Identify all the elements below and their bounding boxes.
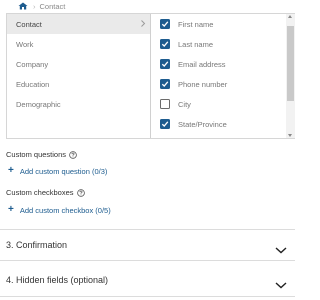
help-circle-icon[interactable]	[76, 188, 85, 197]
category-list: Contact Work Company Education Demograph…	[7, 14, 150, 138]
custom-checkboxes-label: Custom checkboxes	[6, 188, 74, 197]
field-label: State/Province	[178, 119, 227, 129]
checkbox-unchecked[interactable]	[160, 99, 170, 109]
section-title: 4. Hidden fields (optional)	[6, 275, 109, 285]
add-custom-checkbox-button[interactable]: + Add custom checkbox (0/5)	[8, 205, 111, 215]
field-list: First name Last name Email address Phone…	[151, 14, 287, 138]
field-label: Email address	[178, 59, 226, 69]
field-last-name[interactable]: Last name	[151, 34, 287, 54]
category-education[interactable]: Education	[7, 74, 150, 94]
custom-questions-heading: Custom questions	[6, 150, 77, 159]
add-custom-question-button[interactable]: + Add custom question (0/3)	[8, 166, 107, 176]
field-label: First name	[178, 19, 214, 29]
category-company[interactable]: Company	[7, 54, 150, 74]
field-list-scrollbar[interactable]	[286, 14, 295, 138]
checkbox-checked[interactable]	[160, 19, 170, 29]
category-label: Demographic	[16, 99, 61, 109]
breadcrumb-current: Contact	[39, 1, 66, 11]
category-label: Company	[16, 59, 49, 69]
category-demographic[interactable]: Demographic	[7, 94, 150, 114]
category-work[interactable]: Work	[7, 34, 150, 54]
section-divider	[0, 229, 295, 230]
section-divider	[0, 296, 295, 297]
field-phone-number[interactable]: Phone number	[151, 74, 287, 94]
field-label: Last name	[178, 39, 214, 49]
field-email-address[interactable]: Email address	[151, 54, 287, 74]
plus-icon: +	[8, 204, 14, 215]
add-custom-checkbox-label: Add custom checkbox (0/5)	[19, 205, 111, 215]
checkbox-checked[interactable]	[160, 59, 170, 69]
chevron-right-icon	[139, 19, 147, 28]
section-hidden-fields[interactable]: 4. Hidden fields (optional)	[0, 268, 295, 292]
category-label: Contact	[16, 19, 42, 29]
scrollbar-thumb[interactable]	[287, 26, 294, 101]
custom-questions-label: Custom questions	[6, 150, 67, 159]
field-state-province[interactable]: State/Province	[151, 114, 287, 134]
section-confirmation[interactable]: 3. Confirmation	[0, 233, 295, 257]
field-city[interactable]: City	[151, 94, 287, 114]
add-custom-question-label: Add custom question (0/3)	[19, 166, 108, 176]
breadcrumb-separator: ›	[33, 1, 36, 11]
home-icon[interactable]	[18, 2, 28, 10]
help-circle-icon[interactable]	[69, 150, 77, 159]
field-label: Phone number	[178, 79, 228, 89]
scroll-down-icon[interactable]	[288, 134, 292, 137]
custom-checkboxes-heading: Custom checkboxes	[6, 188, 85, 197]
scroll-up-icon[interactable]	[288, 15, 292, 18]
field-picker-panel: Contact Work Company Education Demograph…	[6, 13, 295, 139]
checkbox-checked[interactable]	[160, 119, 170, 129]
category-label: Work	[16, 39, 34, 49]
chevron-down-icon[interactable]	[275, 276, 287, 289]
section-divider	[0, 260, 295, 261]
breadcrumb: › Contact	[6, 0, 295, 12]
category-label: Education	[16, 79, 50, 89]
field-label: City	[178, 99, 191, 109]
checkbox-checked[interactable]	[160, 79, 170, 89]
chevron-down-icon[interactable]	[275, 241, 287, 254]
category-contact[interactable]: Contact	[7, 14, 150, 34]
plus-icon: +	[8, 165, 14, 176]
section-title: 3. Confirmation	[6, 240, 68, 250]
field-first-name[interactable]: First name	[151, 14, 287, 34]
checkbox-checked[interactable]	[160, 39, 170, 49]
